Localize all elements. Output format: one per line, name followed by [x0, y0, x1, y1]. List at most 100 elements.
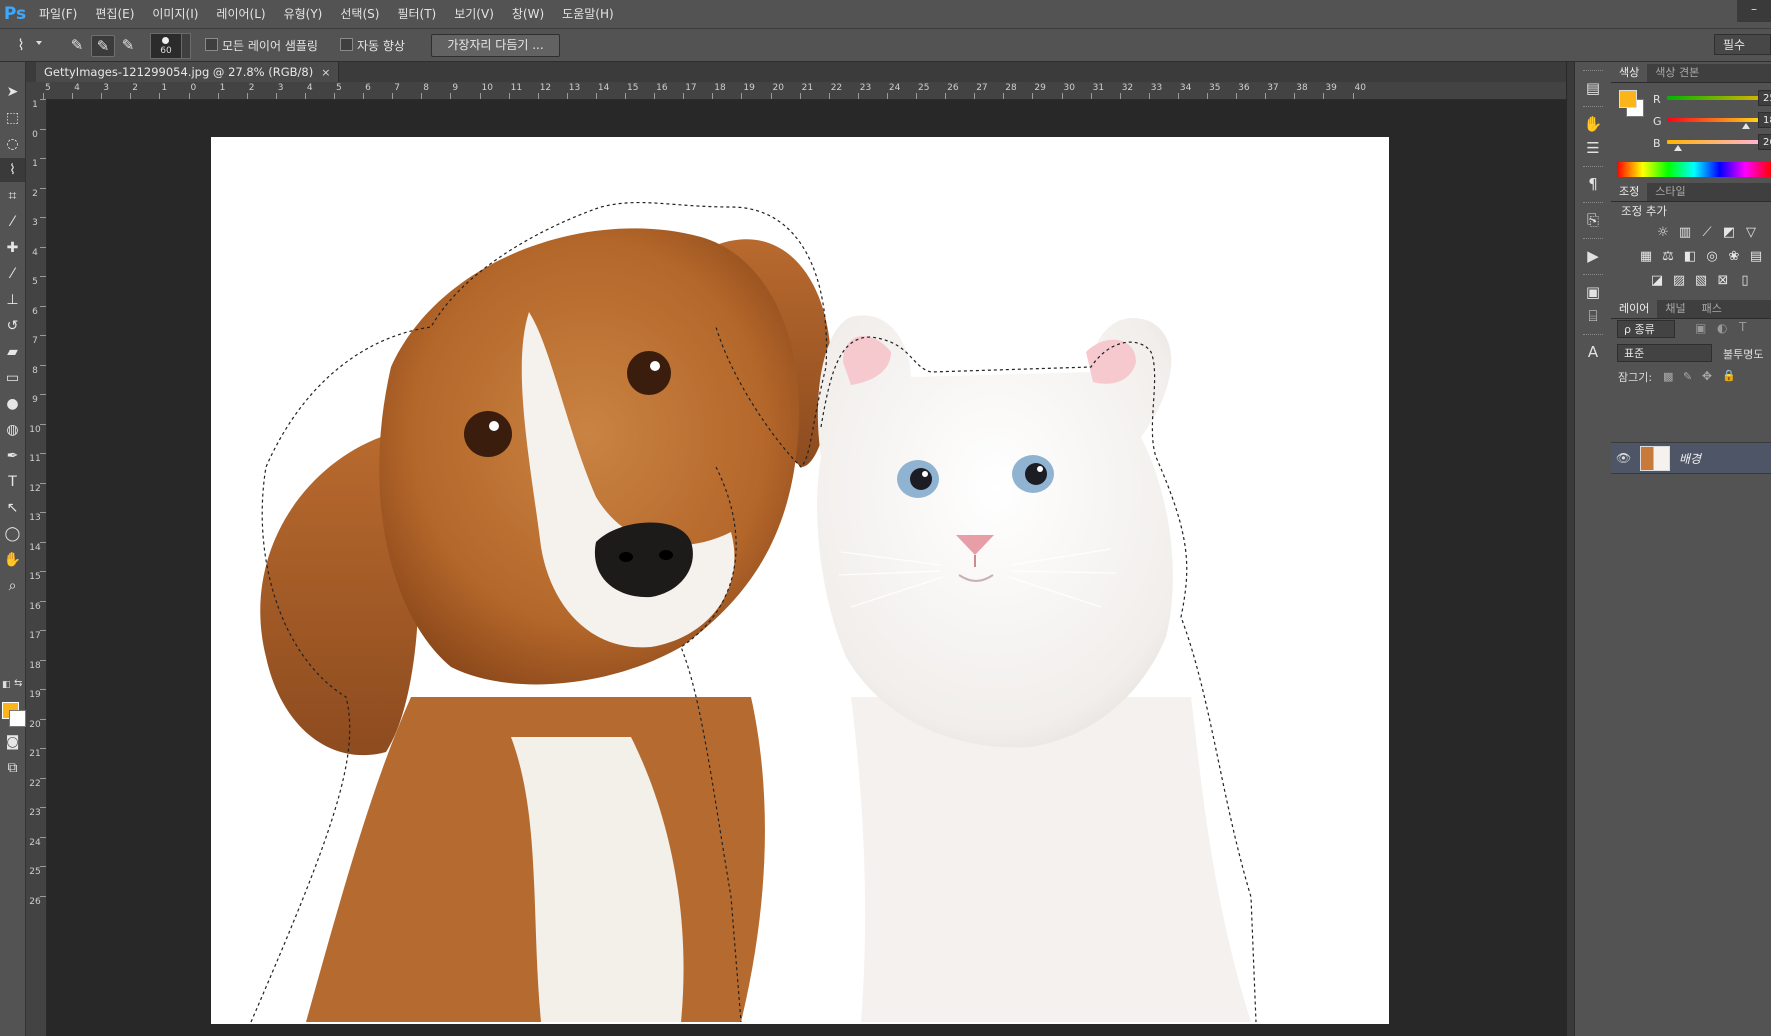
menu-edit[interactable]: 편집(E) — [86, 0, 143, 28]
quick-selection-tool-preset-icon[interactable]: ⌇ — [10, 35, 32, 55]
red-channel-slider[interactable] — [1667, 96, 1771, 100]
menu-layer[interactable]: 레이어(L) — [207, 0, 274, 28]
tab-channels[interactable]: 채널 — [1657, 300, 1693, 318]
tool-presets-icon[interactable]: ✋ — [1575, 112, 1611, 136]
tab-layers[interactable]: 레이어 — [1611, 300, 1658, 318]
green-channel-knob[interactable] — [1741, 123, 1750, 129]
blur-tool-icon[interactable]: ● — [0, 392, 25, 416]
menu-filter[interactable]: 필터(T) — [388, 0, 445, 28]
brush-tool-icon[interactable]: ⁄ — [0, 262, 25, 286]
auto-enhance-checkbox[interactable] — [340, 38, 353, 51]
invert-icon[interactable]: ◪ — [1647, 272, 1667, 290]
brush-picker-arrow-icon[interactable] — [181, 33, 191, 59]
layer-row[interactable]: 👁 배경 — [1611, 442, 1771, 474]
posterize-icon[interactable]: ▨ — [1669, 272, 1689, 290]
background-color-swatch[interactable] — [9, 710, 26, 727]
color-balance-icon[interactable]: ⚖ — [1658, 248, 1678, 266]
ellipse-tool-icon[interactable]: ◯ — [0, 522, 25, 546]
color-lookup-icon[interactable]: ▤ — [1746, 248, 1766, 266]
default-colors-icon[interactable]: ◧ — [2, 680, 11, 690]
zoom-tool-icon[interactable]: ⌕ — [0, 574, 25, 598]
selective-color-icon[interactable]: ⊠ — [1713, 272, 1733, 290]
healing-brush-tool-icon[interactable]: ✚ — [0, 236, 25, 260]
workspace-select[interactable]: 필수 — [1714, 34, 1771, 55]
exposure-icon[interactable]: ◩ — [1719, 224, 1739, 242]
levels-icon[interactable]: ▥ — [1675, 224, 1695, 242]
new-selection-brush-icon[interactable]: ✎ — [66, 35, 88, 55]
layer-filter-kind-select[interactable]: ρ 종류 — [1617, 320, 1675, 338]
lock-image-pixels-icon[interactable]: ✎ — [1683, 370, 1692, 383]
filter-pixel-layers-icon[interactable]: ▣ — [1695, 321, 1706, 335]
menu-window[interactable]: 창(W) — [503, 0, 553, 28]
quick-mask-icon[interactable]: ◙ — [0, 730, 25, 754]
properties-icon[interactable]: ☰ — [1575, 136, 1611, 160]
add-to-selection-brush-icon[interactable]: ✎ — [91, 35, 115, 57]
menu-type[interactable]: 유형(Y) — [275, 0, 332, 28]
close-document-icon[interactable]: × — [321, 66, 330, 79]
clone-stamp-tool-icon[interactable]: ⊥ — [0, 288, 25, 312]
filter-adjustment-layers-icon[interactable]: ◐ — [1717, 321, 1727, 335]
quick-selection-tool-icon[interactable]: ⌇ — [0, 158, 25, 182]
history-brush-tool-icon[interactable]: ↺ — [0, 314, 25, 338]
mini-bridge-icon[interactable]: ▣ — [1575, 280, 1611, 304]
menu-image[interactable]: 이미지(I) — [143, 0, 207, 28]
blue-channel-slider[interactable] — [1667, 140, 1771, 144]
history-panel-icon[interactable]: ▤ — [1575, 76, 1611, 100]
path-selection-tool-icon[interactable]: ↖ — [0, 496, 25, 520]
character-icon[interactable]: A — [1575, 340, 1611, 364]
hue-saturation-icon[interactable]: ▦ — [1636, 248, 1656, 266]
vertical-ruler[interactable]: 1 0 1 2 3 4 5 6 7 8 9 10 11 12 13 14 15 16 17 18 19 20 21 22 23 2… — [26, 99, 47, 1036]
filter-type-layers-icon[interactable]: T — [1739, 320, 1746, 334]
blue-channel-knob[interactable] — [1674, 145, 1683, 151]
tab-swatches[interactable]: 색상 견본 — [1647, 64, 1707, 82]
eraser-tool-icon[interactable]: ▰ — [0, 340, 25, 364]
timeline-icon[interactable]: ⌸ — [1575, 304, 1611, 328]
menu-select[interactable]: 선택(S) — [331, 0, 388, 28]
marquee-tool-icon[interactable]: ⬚ — [0, 106, 25, 130]
blend-mode-select[interactable]: 표준 — [1617, 344, 1712, 362]
paragraph-icon[interactable]: ¶ — [1575, 172, 1611, 196]
menu-view[interactable]: 보기(V) — [445, 0, 503, 28]
dock-grip[interactable] — [1583, 202, 1603, 205]
eyedropper-tool-icon[interactable]: ⁄ — [0, 210, 25, 234]
preset-dropdown-arrow-icon[interactable] — [36, 41, 42, 45]
color-spectrum-ramp[interactable] — [1617, 162, 1771, 177]
dock-grip[interactable] — [1583, 334, 1603, 337]
green-channel-value[interactable]: 18 — [1758, 112, 1771, 128]
lasso-tool-icon[interactable]: ◌ — [0, 132, 25, 156]
pen-tool-icon[interactable]: ✒ — [0, 444, 25, 468]
black-white-icon[interactable]: ◧ — [1680, 248, 1700, 266]
lock-all-icon[interactable]: 🔒 — [1722, 369, 1736, 382]
menu-help[interactable]: 도움말(H) — [553, 0, 623, 28]
brightness-contrast-icon[interactable]: ☼ — [1653, 224, 1673, 242]
tab-adjustments[interactable]: 조정 — [1611, 183, 1648, 201]
curves-icon[interactable]: ⟋ — [1697, 224, 1717, 242]
brush-size-picker[interactable]: 60 — [150, 33, 182, 59]
dock-grip[interactable] — [1583, 166, 1603, 169]
layer-name[interactable]: 배경 — [1679, 450, 1701, 467]
red-channel-value[interactable]: 25 — [1758, 90, 1771, 106]
tab-color[interactable]: 색상 — [1611, 64, 1648, 82]
screen-mode-icon[interactable]: ⧉ — [0, 756, 25, 780]
actions-play-icon[interactable]: ▶ — [1575, 244, 1611, 268]
tab-styles[interactable]: 스타일 — [1647, 183, 1693, 201]
document-tab[interactable]: GettyImages-121299054.jpg @ 27.8% (RGB/8… — [36, 62, 340, 82]
layer-visibility-eye-icon[interactable]: 👁 — [1616, 451, 1631, 465]
horizontal-ruler[interactable]: 5 4 3 2 1 0 1 2 3 4 5 6 7 8 9 10 11 12 13 14 15 16 17 18 19 20 21 2… — [43, 82, 1566, 100]
dodge-tool-icon[interactable]: ◍ — [0, 418, 25, 442]
minimize-button[interactable]: – — [1737, 0, 1771, 22]
swap-colors-icon[interactable]: ⇆ — [14, 678, 22, 689]
gradient-tool-icon[interactable]: ▭ — [0, 366, 25, 390]
crop-tool-icon[interactable]: ⌗ — [0, 184, 25, 208]
lock-transparent-pixels-icon[interactable]: ▩ — [1663, 370, 1673, 383]
image-canvas[interactable] — [211, 137, 1389, 1024]
dock-grip[interactable] — [1583, 106, 1603, 109]
refine-edge-button[interactable]: 가장자리 다듬기 ... — [431, 34, 560, 57]
move-tool-icon[interactable]: ➤ — [0, 80, 25, 104]
photo-filter-icon[interactable]: ◎ — [1702, 248, 1722, 266]
dock-grip[interactable] — [1583, 238, 1603, 241]
subtract-from-selection-brush-icon[interactable]: ✎ — [117, 35, 139, 55]
clone-source-icon[interactable]: ⎘ — [1575, 208, 1611, 232]
threshold-icon[interactable]: ▧ — [1691, 272, 1711, 290]
sample-all-layers-checkbox[interactable] — [205, 38, 218, 51]
